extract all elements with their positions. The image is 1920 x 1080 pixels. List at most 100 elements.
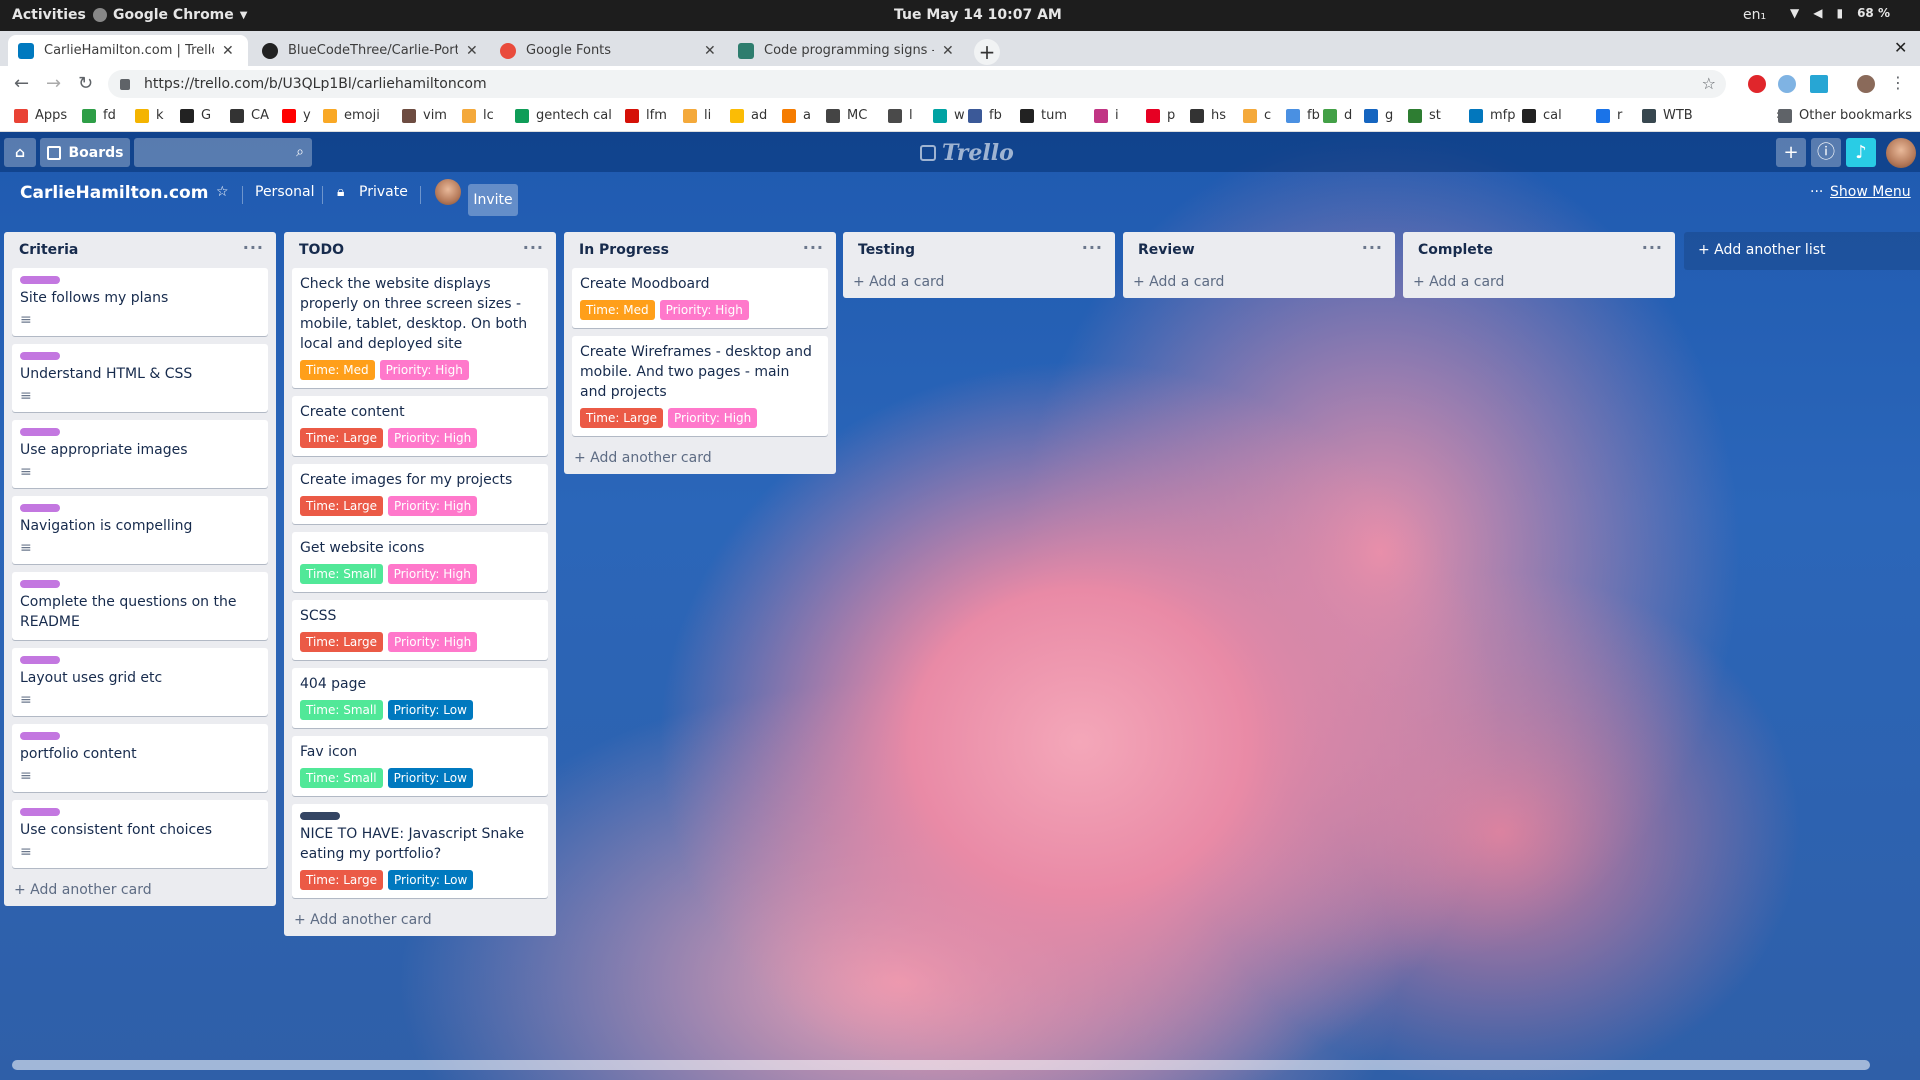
list-title[interactable]: In Progress — [579, 242, 669, 258]
tab-trello[interactable]: CarlieHamilton.com | Trello ✕ — [8, 35, 248, 66]
bookmark-item[interactable]: cal — [1522, 108, 1562, 123]
list-header[interactable]: TODO ··· — [284, 232, 556, 268]
card-label-badge[interactable]: Time: Small — [300, 700, 383, 720]
trello-logo[interactable]: Trello — [920, 140, 1014, 166]
card-label-badge[interactable]: Priority: High — [379, 360, 469, 380]
bookmark-item[interactable]: l — [888, 108, 913, 123]
card-label-strip[interactable] — [20, 656, 60, 664]
bookmark-item[interactable]: k — [135, 108, 164, 123]
bookmark-item[interactable]: c — [1243, 108, 1271, 123]
card-label-strip[interactable] — [20, 504, 60, 512]
bookmark-item[interactable]: w — [933, 108, 965, 123]
home-button[interactable]: ⌂ — [4, 138, 36, 167]
bookmark-item[interactable]: a — [782, 108, 811, 123]
show-menu-button[interactable]: Show Menu — [1830, 184, 1911, 200]
add-another-card-button[interactable]: + Add another card — [284, 906, 556, 936]
back-arrow-icon[interactable]: ← — [14, 73, 29, 94]
card[interactable]: SCSS Time: Large Priority: High — [292, 600, 548, 660]
bookmark-item[interactable]: st — [1408, 108, 1441, 123]
boards-button[interactable]: Boards — [40, 138, 130, 167]
bookmark-item[interactable]: fb — [968, 108, 1002, 123]
card[interactable]: Fav icon Time: Small Priority: Low — [292, 736, 548, 796]
card-label-strip[interactable] — [20, 732, 60, 740]
user-avatar[interactable] — [1886, 138, 1916, 168]
list-header[interactable]: Testing ··· — [843, 232, 1115, 268]
bookmark-item[interactable]: i — [1094, 108, 1119, 123]
card[interactable]: Check the website displays properly on t… — [292, 268, 548, 388]
card-label-badge[interactable]: Time: Large — [300, 870, 383, 890]
card[interactable]: Create images for my projects Time: Large… — [292, 464, 548, 524]
close-icon[interactable]: ✕ — [466, 43, 478, 59]
list-header[interactable]: In Progress ··· — [564, 232, 836, 268]
language-indicator[interactable]: en₁ — [1743, 7, 1766, 23]
board-search-input[interactable]: ⌕ — [134, 138, 312, 167]
bookmark-item[interactable]: ad — [730, 108, 767, 123]
card-label-badge[interactable]: Time: Large — [300, 428, 383, 448]
card-label-badge[interactable]: Time: Large — [580, 408, 663, 428]
card[interactable]: Use appropriate images ≡ — [12, 420, 268, 488]
list-title[interactable]: Complete — [1418, 242, 1493, 258]
add-another-card-button[interactable]: + Add another card — [564, 444, 836, 474]
card-label-badge[interactable]: Priority: High — [388, 428, 478, 448]
member-avatar[interactable] — [435, 179, 461, 205]
add-card-button[interactable]: + Add a card — [1123, 268, 1395, 298]
list-menu-icon[interactable]: ··· — [1082, 238, 1103, 257]
bookmark-item[interactable]: CA — [230, 108, 269, 123]
list-header[interactable]: Criteria ··· — [4, 232, 276, 268]
card-label-badge[interactable]: Time: Large — [300, 496, 383, 516]
card[interactable]: Create Wireframes - desktop and mobile. … — [572, 336, 828, 436]
team-button[interactable]: Personal — [255, 184, 315, 200]
card-label-strip[interactable] — [20, 428, 60, 436]
board-title[interactable]: CarlieHamilton.com — [20, 183, 208, 203]
bookmark-item[interactable]: d — [1323, 108, 1352, 123]
bookmark-item[interactable]: emoji — [323, 108, 380, 123]
card-label-strip[interactable] — [20, 580, 60, 588]
bookmark-item[interactable]: lc — [462, 108, 494, 123]
bookmark-item[interactable]: p — [1146, 108, 1175, 123]
bookmark-item[interactable]: Apps — [14, 108, 67, 123]
list-title[interactable]: Criteria — [19, 242, 78, 258]
close-icon[interactable]: ✕ — [222, 43, 234, 59]
extension-icon[interactable] — [1778, 75, 1796, 93]
card-label-strip[interactable] — [20, 352, 60, 360]
address-bar[interactable]: https://trello.com/b/U3QLp1Bl/carliehami… — [108, 70, 1726, 98]
invite-button[interactable]: Invite — [468, 184, 518, 216]
opera-extension-icon[interactable] — [1748, 75, 1766, 93]
card-label-badge[interactable]: Priority: High — [668, 408, 758, 428]
card-label-badge[interactable]: Time: Small — [300, 768, 383, 788]
close-icon[interactable]: ✕ — [704, 43, 716, 59]
list-title[interactable]: Review — [1138, 242, 1195, 258]
card[interactable]: Layout uses grid etc ≡ — [12, 648, 268, 716]
more-icon[interactable]: ··· — [1810, 184, 1823, 200]
card[interactable]: Use consistent font choices ≡ — [12, 800, 268, 868]
card-label-badge[interactable]: Time: Med — [580, 300, 655, 320]
forward-arrow-icon[interactable]: → — [46, 73, 61, 94]
bookmark-item[interactable]: mfp — [1469, 108, 1516, 123]
card-label-strip[interactable] — [300, 812, 340, 820]
card-label-badge[interactable]: Time: Med — [300, 360, 375, 380]
new-tab-button[interactable]: + — [974, 39, 1000, 65]
notifications-bell-button[interactable]: ♪ — [1846, 138, 1876, 167]
card-label-badge[interactable]: Priority: High — [388, 496, 478, 516]
card-label-strip[interactable] — [20, 808, 60, 816]
card[interactable]: Site follows my plans ≡ — [12, 268, 268, 336]
card-label-badge[interactable]: Priority: High — [387, 564, 477, 584]
card[interactable]: Understand HTML & CSS ≡ — [12, 344, 268, 412]
add-card-button[interactable]: + Add a card — [843, 268, 1115, 298]
card[interactable]: 404 page Time: Small Priority: Low — [292, 668, 548, 728]
list-title[interactable]: Testing — [858, 242, 915, 258]
tab-code-signs[interactable]: Code programming signs - Fre ✕ — [728, 35, 964, 66]
window-close-icon[interactable]: ✕ — [1894, 38, 1907, 57]
bookmark-item[interactable]: g — [1364, 108, 1393, 123]
list-menu-icon[interactable]: ··· — [803, 238, 824, 257]
bookmark-item[interactable]: r — [1596, 108, 1622, 123]
list-title[interactable]: TODO — [299, 242, 344, 258]
card-label-badge[interactable]: Time: Large — [300, 632, 383, 652]
bookmark-item[interactable]: WTB — [1642, 108, 1693, 123]
bookmark-star-icon[interactable]: ☆ — [1702, 74, 1716, 93]
create-plus-button[interactable]: + — [1776, 138, 1806, 167]
add-another-list-button[interactable]: + Add another list — [1684, 232, 1920, 270]
card-label-badge[interactable]: Priority: High — [659, 300, 749, 320]
info-button[interactable]: ⓘ — [1811, 138, 1841, 167]
list-header[interactable]: Review ··· — [1123, 232, 1395, 268]
